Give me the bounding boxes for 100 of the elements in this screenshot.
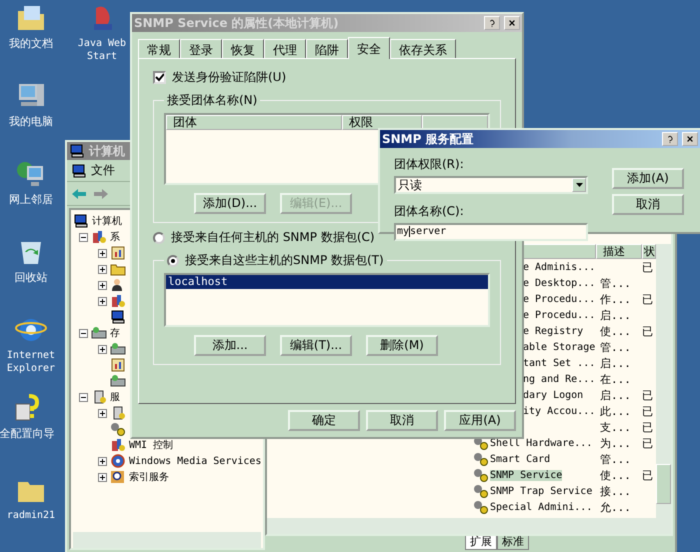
service-name[interactable]: ity Accou...: [523, 406, 596, 416]
dialog-button[interactable]: 添加(D)...: [194, 193, 266, 214]
icon-label[interactable]: 全配置向导: [0, 427, 54, 440]
service-name[interactable]: dary Logon: [523, 390, 584, 400]
computer-icon[interactable]: [73, 214, 89, 228]
column-header[interactable]: 权限: [342, 115, 422, 130]
expand-box-icon[interactable]: [98, 296, 107, 306]
dialog-button[interactable]: 取消: [612, 194, 684, 215]
checkbox[interactable]: [153, 71, 166, 84]
tree-item-label[interactable]: 计算机: [92, 214, 122, 228]
icon-label[interactable]: 回收站: [14, 271, 48, 284]
expand-box-icon[interactable]: [98, 408, 107, 418]
service-description: 使...: [599, 468, 632, 482]
icon-label[interactable]: 我的文档: [9, 37, 53, 50]
dialog-button[interactable]: 确定: [288, 410, 360, 431]
service-description: 使...: [599, 324, 632, 338]
horizontal-scrollbar[interactable]: [267, 518, 671, 534]
tab[interactable]: 依存关系: [390, 39, 456, 58]
dialog-button[interactable]: 添加...: [194, 335, 266, 356]
magnifier-icon[interactable]: [110, 470, 126, 484]
expand-box-icon[interactable]: [98, 456, 107, 466]
dropdown[interactable]: 只读: [394, 176, 588, 194]
dialog-button[interactable]: 应用(A): [444, 410, 516, 431]
radio-button[interactable]: [167, 254, 179, 266]
tree-item-label[interactable]: 存: [110, 326, 120, 340]
service-name[interactable]: SNMP Trap Service: [490, 486, 592, 496]
input-field[interactable]: myserver: [394, 223, 588, 241]
folder-icon[interactable]: [110, 262, 126, 276]
tree-item-label[interactable]: 系: [110, 230, 120, 244]
radio-button[interactable]: [153, 232, 165, 244]
column-header[interactable]: 团体: [166, 115, 342, 130]
radio-label[interactable]: 接受来自这些主机的SNMP 数据包(T): [185, 252, 384, 269]
close-icon[interactable]: [682, 132, 698, 146]
dialog-button[interactable]: 取消: [366, 410, 438, 431]
checkbox-label[interactable]: 发送身份验证陷阱(U): [172, 69, 286, 86]
tools-icon[interactable]: [110, 294, 126, 308]
service-name[interactable]: Smart Card: [490, 454, 550, 464]
column-header[interactable]: 状: [642, 244, 656, 259]
tree-item-label[interactable]: 服: [110, 390, 120, 404]
expand-box-icon[interactable]: [98, 472, 107, 482]
service-name[interactable]: ng and Re...: [523, 374, 596, 384]
expand-box-icon[interactable]: [98, 264, 107, 274]
icon-label[interactable]: 我的电脑: [9, 115, 53, 128]
menu-item[interactable]: 文件: [91, 162, 115, 179]
tree-item-label[interactable]: Windows Media Services: [129, 456, 262, 466]
expand-box-icon[interactable]: [98, 280, 107, 290]
service-description: 此...: [599, 404, 632, 418]
tab[interactable]: 代理: [264, 39, 306, 58]
collapse-box-icon[interactable]: [79, 392, 88, 402]
gears-icon[interactable]: [110, 422, 126, 436]
vertical-scrollbar[interactable]: [656, 244, 671, 518]
group-title: 接受团体名称(N): [166, 92, 258, 109]
service-name[interactable]: Special Admini...: [490, 502, 592, 512]
view-tab[interactable]: 扩展: [465, 536, 497, 550]
column-header[interactable]: 描述: [596, 244, 642, 259]
tab[interactable]: 恢复: [222, 39, 264, 58]
tab[interactable]: 陷阱: [306, 39, 348, 58]
service-description: 启...: [599, 308, 632, 322]
dialog-button[interactable]: 添加(A): [612, 168, 684, 189]
dialog-button[interactable]: 编辑(T)...: [280, 335, 352, 356]
help-icon[interactable]: [484, 16, 500, 30]
service-description: 接...: [599, 484, 632, 498]
dialog-button[interactable]: 删除(M): [366, 335, 438, 356]
icon-label[interactable]: radmin21: [6, 509, 56, 522]
tree-item-label[interactable]: 索引服务: [129, 470, 169, 484]
tab[interactable]: 常规: [138, 39, 180, 58]
chart-icon[interactable]: [110, 358, 126, 372]
service-name[interactable]: SNMP Service: [490, 470, 562, 480]
service-name[interactable]: able Storage: [523, 342, 596, 352]
chart-icon[interactable]: [110, 246, 126, 260]
icon-label[interactable]: 网上邻居: [9, 193, 53, 206]
disk-icon[interactable]: [110, 374, 126, 388]
tree-item-label[interactable]: WMI 控制: [129, 438, 174, 452]
host-list[interactable]: localhost: [164, 273, 490, 327]
collapse-box-icon[interactable]: [79, 232, 88, 242]
help-icon[interactable]: [662, 132, 678, 146]
service-name[interactable]: tant Set ...: [523, 358, 596, 368]
tools-icon[interactable]: [110, 438, 126, 452]
tools-icon[interactable]: [91, 230, 107, 244]
horizontal-scrollbar[interactable]: [73, 532, 261, 548]
computer-icon[interactable]: [71, 164, 87, 178]
field-label: 团体权限(R):: [394, 156, 465, 173]
computer-icon[interactable]: [110, 310, 126, 324]
service-description: 启...: [599, 356, 632, 370]
close-icon[interactable]: [504, 16, 520, 30]
disk-icon[interactable]: [110, 342, 126, 356]
radio-label[interactable]: 接受来自任何主机的 SNMP 数据包(C): [171, 229, 375, 246]
disk-icon[interactable]: [91, 326, 107, 340]
icon-label[interactable]: Internet Explorer: [0, 349, 62, 375]
expand-box-icon[interactable]: [98, 344, 107, 354]
media-disc-icon[interactable]: [110, 454, 126, 468]
icon-label[interactable]: Java Web Start: [73, 37, 131, 63]
gears-icon: [473, 468, 489, 482]
view-tab[interactable]: 标准: [497, 536, 529, 550]
host-item[interactable]: localhost: [166, 275, 488, 289]
collapse-box-icon[interactable]: [79, 328, 88, 338]
tab[interactable]: 安全: [348, 37, 390, 59]
expand-box-icon[interactable]: [98, 248, 107, 258]
tab[interactable]: 登录: [180, 39, 222, 58]
dialog-title: SNMP 服务配置: [382, 130, 475, 148]
